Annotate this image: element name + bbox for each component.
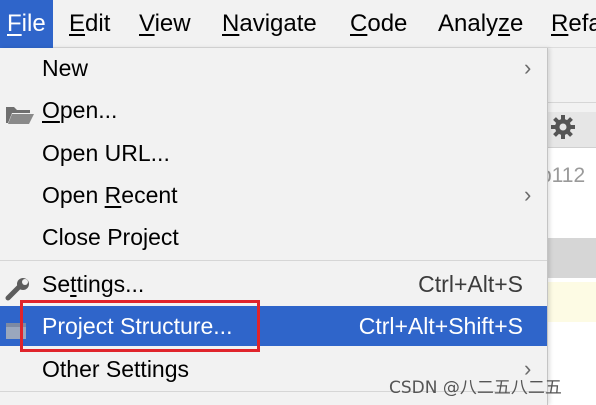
menu-item-label: Open URL... xyxy=(42,140,170,166)
menu-code[interactable]: Code xyxy=(343,0,414,48)
menu-analyze[interactable]: Analyze xyxy=(431,0,530,48)
menu-item-label: New xyxy=(42,55,89,81)
file-menu-dropdown: New › Open... Open URL... Open Recent › … xyxy=(0,48,548,405)
menu-item-open[interactable]: Open... xyxy=(0,90,547,130)
menu-item-shortcut: Ctrl+Alt+S xyxy=(418,271,523,297)
menu-item-close-project[interactable]: Close Project xyxy=(0,217,547,257)
menu-refactor[interactable]: Refa xyxy=(544,0,596,48)
ide-toolbar xyxy=(548,48,596,103)
menu-edit[interactable]: Edit xyxy=(62,0,117,48)
menu-file[interactable]: File xyxy=(0,0,53,48)
menu-item-open-recent[interactable]: Open Recent › xyxy=(0,175,547,215)
project-structure-icon xyxy=(4,315,36,339)
editor-line-highlight xyxy=(548,238,596,278)
menu-view[interactable]: View xyxy=(132,0,198,48)
menu-item-label: Project Structure... xyxy=(42,313,233,339)
menu-separator xyxy=(0,260,547,261)
menu-item-open-url[interactable]: Open URL... xyxy=(0,133,547,173)
folder-open-icon xyxy=(4,99,36,124)
wrench-icon xyxy=(4,273,36,301)
editor-caret-line xyxy=(548,282,596,322)
menu-item-settings[interactable]: Settings... Ctrl+Alt+S xyxy=(0,264,547,304)
watermark: CSDN @八二五八二五 xyxy=(389,378,562,398)
ide-panel-header xyxy=(548,112,596,148)
menu-item-project-structure[interactable]: Project Structure... Ctrl+Alt+Shift+S xyxy=(0,306,547,346)
menu-item-new[interactable]: New › xyxy=(0,48,547,88)
gear-icon[interactable] xyxy=(550,114,576,145)
submenu-arrow-icon: › xyxy=(524,55,532,80)
mnemonic: O xyxy=(42,97,60,123)
menu-bar: File Edit View Navigate Code Analyze Ref… xyxy=(0,0,596,48)
menu-item-shortcut: Ctrl+Alt+Shift+S xyxy=(358,313,523,339)
submenu-arrow-icon: › xyxy=(524,182,532,207)
menu-item-label: Close Project xyxy=(42,224,179,250)
menu-item-label: Other Settings xyxy=(42,356,190,382)
mnemonic: R xyxy=(104,182,122,208)
menu-navigate[interactable]: Navigate xyxy=(215,0,324,48)
